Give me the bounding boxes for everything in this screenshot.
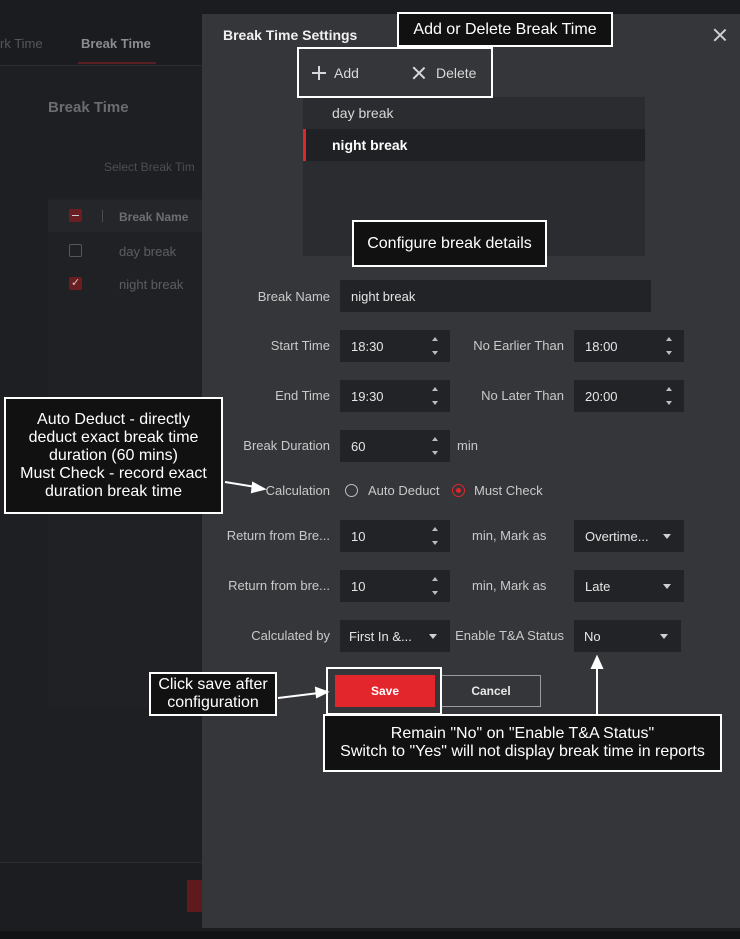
no-later-than-value: 20:00 [585, 388, 618, 404]
active-tab-indicator [78, 62, 156, 64]
cancel-button[interactable]: Cancel [441, 675, 541, 707]
break-name-value: night break [351, 288, 416, 304]
callout-text: configuration [167, 694, 259, 711]
return-early-minutes-input[interactable]: 10 [340, 520, 450, 552]
radio-must-check[interactable] [452, 484, 465, 497]
bottom-bar [0, 931, 740, 939]
start-time-input[interactable]: 18:30 [340, 330, 450, 362]
list-item-day-break[interactable]: day break [303, 97, 645, 129]
return-from-break-early-label: Return from Bre... [226, 528, 330, 543]
mark-as-label: min, Mark as [472, 528, 547, 543]
mark-as-late-value: Late [585, 578, 611, 594]
callout-text: deduct exact break time [28, 428, 199, 446]
callout-add-delete: Add or Delete Break Time [397, 12, 613, 47]
return-from-break-late-label: Return from bre... [228, 578, 330, 593]
return-early-minutes-value: 10 [351, 528, 366, 544]
callout-text: Auto Deduct - directly [37, 410, 190, 428]
chevron-down-icon [429, 634, 437, 639]
callout-enable-ta: Remain "No" on "Enable T&A Status" Switc… [323, 714, 722, 772]
break-duration-value: 60 [351, 438, 366, 454]
return-late-minutes-value: 10 [351, 578, 366, 594]
callout-configure: Configure break details [352, 220, 547, 267]
spinner-icon[interactable] [432, 577, 440, 595]
calculated-by-value: First In &... [349, 628, 412, 644]
enable-ta-status-select[interactable]: No [574, 620, 681, 652]
spinner-icon[interactable] [432, 437, 440, 455]
spinner-icon[interactable] [432, 337, 440, 355]
chevron-down-icon [660, 634, 668, 639]
callout-text: Click save after [158, 676, 268, 693]
list-item-night-break[interactable]: night break [303, 129, 645, 161]
callout-text: Remain "No" on "Enable T&A Status" [390, 725, 655, 742]
column-header-break-name: Break Name [119, 210, 189, 224]
duration-unit: min [457, 438, 478, 453]
end-time-label: End Time [275, 388, 330, 403]
mark-as-late-select[interactable]: Late [574, 570, 684, 602]
auto-deduct-label[interactable]: Auto Deduct [368, 483, 440, 498]
callout-text: duration (60 mins) [49, 446, 178, 464]
enable-ta-status-label: Enable T&A Status [455, 628, 564, 643]
close-icon[interactable] [712, 27, 728, 43]
select-break-label: Select Break Tim [104, 160, 195, 174]
chevron-down-icon [663, 584, 671, 589]
callout-text: duration break time [45, 482, 182, 500]
dialog-title: Break Time Settings [223, 27, 358, 43]
enable-ta-status-value: No [584, 628, 601, 644]
callout-save: Click save after configuration [149, 672, 277, 716]
no-earlier-than-label: No Earlier Than [473, 338, 564, 353]
start-time-value: 18:30 [351, 338, 384, 354]
break-name-input[interactable]: night break [340, 280, 651, 312]
end-time-input[interactable]: 19:30 [340, 380, 450, 412]
save-highlight [326, 667, 442, 715]
no-later-than-input[interactable]: 20:00 [574, 380, 684, 412]
must-check-label[interactable]: Must Check [474, 483, 543, 498]
tab-break-time[interactable]: Break Time [81, 36, 151, 51]
table-row[interactable]: day break [119, 244, 176, 259]
start-time-label: Start Time [270, 338, 330, 353]
mark-as-label: min, Mark as [472, 578, 547, 593]
spinner-icon[interactable] [666, 337, 674, 355]
spinner-icon[interactable] [432, 527, 440, 545]
break-duration-label: Break Duration [243, 438, 330, 453]
return-late-minutes-input[interactable]: 10 [340, 570, 450, 602]
header-separator [102, 210, 103, 222]
mark-as-overtime-value: Overtime... [585, 528, 649, 544]
spinner-icon[interactable] [666, 387, 674, 405]
callout-text: Switch to "Yes" will not display break t… [340, 743, 705, 760]
callout-calculation: Auto Deduct - directly deduct exact brea… [4, 397, 223, 514]
radio-auto-deduct[interactable] [345, 484, 358, 497]
chevron-down-icon [663, 534, 671, 539]
select-all-checkbox[interactable] [69, 209, 82, 222]
callout-text: Must Check - record exact [20, 464, 207, 482]
tab-work-time[interactable]: rk Time [0, 36, 43, 51]
spinner-icon[interactable] [432, 387, 440, 405]
calculation-label: Calculation [265, 483, 330, 498]
no-earlier-than-input[interactable]: 18:00 [574, 330, 684, 362]
table-row[interactable]: night break [119, 277, 183, 292]
end-time-value: 19:30 [351, 388, 384, 404]
break-duration-input[interactable]: 60 [340, 430, 450, 462]
break-name-label: Break Name [257, 289, 330, 304]
add-delete-highlight [297, 47, 493, 98]
calculated-by-select[interactable]: First In &... [340, 620, 450, 652]
row-checkbox-night-break[interactable] [69, 276, 82, 290]
no-later-than-label: No Later Than [481, 388, 564, 403]
background-heading: Break Time [48, 99, 129, 116]
row-checkbox-day-break[interactable] [69, 244, 82, 257]
no-earlier-than-value: 18:00 [585, 338, 618, 354]
mark-as-overtime-select[interactable]: Overtime... [574, 520, 684, 552]
calculated-by-label: Calculated by [251, 628, 330, 643]
